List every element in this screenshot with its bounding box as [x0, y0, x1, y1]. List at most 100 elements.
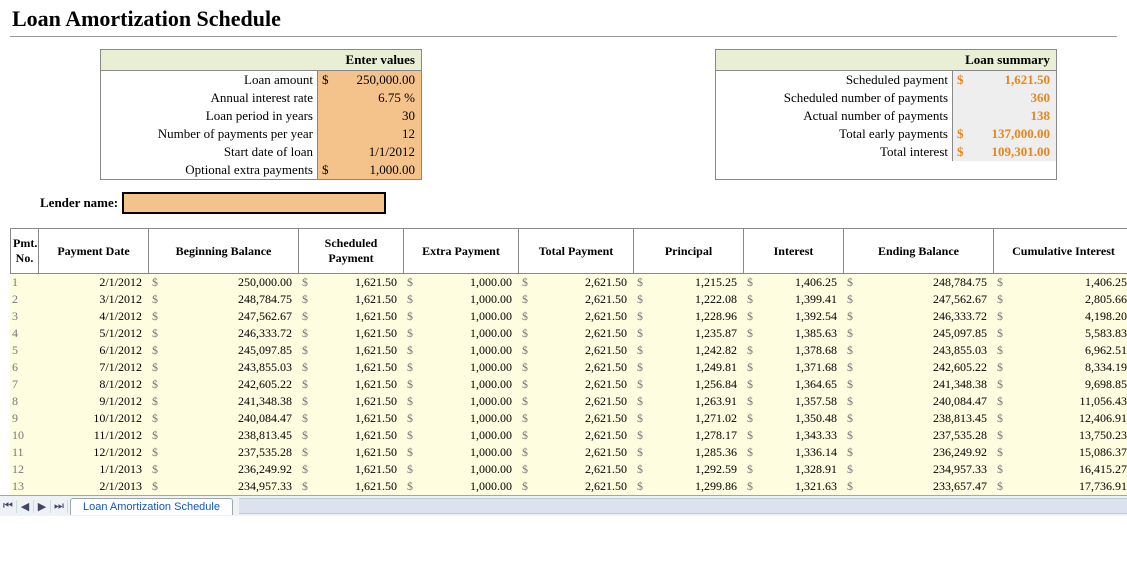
cell[interactable]: 10/1/2012: [38, 410, 148, 427]
cell[interactable]: $1,000.00: [403, 274, 518, 291]
per-year-input[interactable]: 12: [317, 125, 421, 143]
cell[interactable]: $248,784.75: [148, 291, 298, 308]
cell[interactable]: $243,855.03: [148, 359, 298, 376]
cell[interactable]: $12,406.91: [993, 410, 1127, 427]
table-row[interactable]: 1011/1/2012$238,813.45$1,621.50$1,000.00…: [10, 427, 1127, 444]
cell[interactable]: 2/1/2012: [38, 274, 148, 291]
cell[interactable]: 2: [10, 291, 38, 308]
cell[interactable]: 13: [10, 478, 38, 495]
start-date-input[interactable]: 1/1/2012: [317, 143, 421, 161]
cell[interactable]: $2,621.50: [518, 308, 633, 325]
cell[interactable]: $233,657.47: [843, 478, 993, 495]
sheet-tab[interactable]: Loan Amortization Schedule: [70, 498, 233, 515]
cell[interactable]: $1,378.68: [743, 342, 843, 359]
cell[interactable]: $234,957.33: [843, 461, 993, 478]
cell[interactable]: 12/1/2012: [38, 444, 148, 461]
cell[interactable]: $1,000.00: [403, 291, 518, 308]
extra-input[interactable]: $1,000.00: [317, 161, 421, 179]
cell[interactable]: $1,000.00: [403, 393, 518, 410]
cell[interactable]: $236,249.92: [148, 461, 298, 478]
table-row[interactable]: 910/1/2012$240,084.47$1,621.50$1,000.00$…: [10, 410, 1127, 427]
cell[interactable]: 8: [10, 393, 38, 410]
rate-input[interactable]: 6.75 %: [317, 89, 421, 107]
cell[interactable]: $1,000.00: [403, 427, 518, 444]
cell[interactable]: $1,621.50: [298, 461, 403, 478]
table-row[interactable]: 23/1/2012$248,784.75$1,621.50$1,000.00$2…: [10, 291, 1127, 308]
cell[interactable]: $1,371.68: [743, 359, 843, 376]
cell[interactable]: $237,535.28: [148, 444, 298, 461]
cell[interactable]: 12: [10, 461, 38, 478]
cell[interactable]: $1,621.50: [298, 359, 403, 376]
cell[interactable]: $242,605.22: [843, 359, 993, 376]
cell[interactable]: $1,336.14: [743, 444, 843, 461]
cell[interactable]: $247,562.67: [843, 291, 993, 308]
cell[interactable]: $1,321.63: [743, 478, 843, 495]
cell[interactable]: $246,333.72: [843, 308, 993, 325]
cell[interactable]: $236,249.92: [843, 444, 993, 461]
cell[interactable]: 7: [10, 376, 38, 393]
cell[interactable]: $1,621.50: [298, 325, 403, 342]
cell[interactable]: $1,621.50: [298, 393, 403, 410]
cell[interactable]: $1,621.50: [298, 308, 403, 325]
cell[interactable]: $2,621.50: [518, 325, 633, 342]
cell[interactable]: $1,299.86: [633, 478, 743, 495]
prev-sheet-icon[interactable]: ◀: [17, 500, 34, 513]
cell[interactable]: $13,750.23: [993, 427, 1127, 444]
cell[interactable]: $1,621.50: [298, 427, 403, 444]
cell[interactable]: 2/1/2013: [38, 478, 148, 495]
cell[interactable]: 3/1/2012: [38, 291, 148, 308]
cell[interactable]: $17,736.91: [993, 478, 1127, 495]
cell[interactable]: $238,813.45: [843, 410, 993, 427]
cell[interactable]: $1,000.00: [403, 410, 518, 427]
cell[interactable]: $15,086.37: [993, 444, 1127, 461]
cell[interactable]: $1,249.81: [633, 359, 743, 376]
cell[interactable]: $1,000.00: [403, 359, 518, 376]
first-sheet-icon[interactable]: ⏮: [0, 500, 17, 513]
cell[interactable]: 6/1/2012: [38, 342, 148, 359]
table-row[interactable]: 78/1/2012$242,605.22$1,621.50$1,000.00$2…: [10, 376, 1127, 393]
cell[interactable]: $237,535.28: [843, 427, 993, 444]
cell[interactable]: $2,621.50: [518, 461, 633, 478]
cell[interactable]: $242,605.22: [148, 376, 298, 393]
cell[interactable]: $2,805.66: [993, 291, 1127, 308]
cell[interactable]: $1,621.50: [298, 342, 403, 359]
cell[interactable]: $2,621.50: [518, 291, 633, 308]
cell[interactable]: $245,097.85: [148, 342, 298, 359]
cell[interactable]: $1,621.50: [298, 410, 403, 427]
cell[interactable]: 10: [10, 427, 38, 444]
cell[interactable]: $1,328.91: [743, 461, 843, 478]
cell[interactable]: $240,084.47: [148, 410, 298, 427]
cell[interactable]: 9/1/2012: [38, 393, 148, 410]
cell[interactable]: $1,621.50: [298, 291, 403, 308]
loan-amount-input[interactable]: $250,000.00: [317, 71, 421, 89]
table-row[interactable]: 1112/1/2012$237,535.28$1,621.50$1,000.00…: [10, 444, 1127, 461]
cell[interactable]: $6,962.51: [993, 342, 1127, 359]
table-row[interactable]: 45/1/2012$246,333.72$1,621.50$1,000.00$2…: [10, 325, 1127, 342]
table-row[interactable]: 12/1/2012$250,000.00$1,621.50$1,000.00$2…: [10, 274, 1127, 291]
lender-name-input[interactable]: [122, 192, 386, 214]
cell[interactable]: $1,000.00: [403, 478, 518, 495]
cell[interactable]: 11/1/2012: [38, 427, 148, 444]
cell[interactable]: $2,621.50: [518, 359, 633, 376]
cell[interactable]: $2,621.50: [518, 444, 633, 461]
table-row[interactable]: 121/1/2013$236,249.92$1,621.50$1,000.00$…: [10, 461, 1127, 478]
cell[interactable]: $4,198.20: [993, 308, 1127, 325]
cell[interactable]: $1,235.87: [633, 325, 743, 342]
cell[interactable]: $16,415.27: [993, 461, 1127, 478]
cell[interactable]: 1: [10, 274, 38, 291]
cell[interactable]: $8,334.19: [993, 359, 1127, 376]
cell[interactable]: $241,348.38: [148, 393, 298, 410]
horizontal-scrollbar[interactable]: [239, 498, 1127, 514]
cell[interactable]: 6: [10, 359, 38, 376]
years-input[interactable]: 30: [317, 107, 421, 125]
table-row[interactable]: 67/1/2012$243,855.03$1,621.50$1,000.00$2…: [10, 359, 1127, 376]
cell[interactable]: $248,784.75: [843, 274, 993, 291]
cell[interactable]: $1,215.25: [633, 274, 743, 291]
cell[interactable]: 5/1/2012: [38, 325, 148, 342]
cell[interactable]: $1,000.00: [403, 461, 518, 478]
cell[interactable]: $1,385.63: [743, 325, 843, 342]
cell[interactable]: $1,621.50: [298, 478, 403, 495]
cell[interactable]: $1,292.59: [633, 461, 743, 478]
cell[interactable]: $2,621.50: [518, 274, 633, 291]
cell[interactable]: $240,084.47: [843, 393, 993, 410]
